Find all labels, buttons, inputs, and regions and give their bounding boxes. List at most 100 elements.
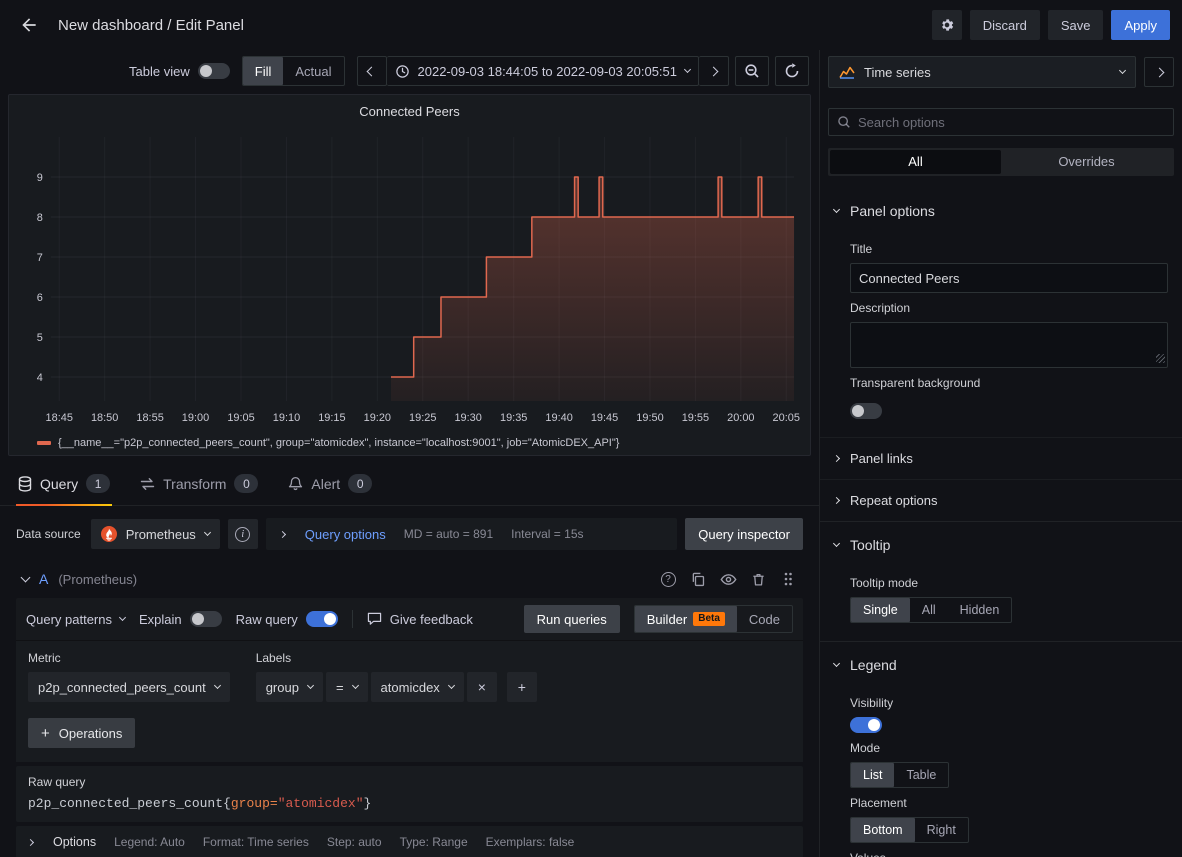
- label-operator-select[interactable]: =: [326, 672, 368, 702]
- drag-handle[interactable]: [779, 570, 797, 588]
- time-range-back-button[interactable]: [357, 56, 387, 86]
- promql-brace: }: [364, 796, 372, 811]
- code-option[interactable]: Code: [737, 606, 792, 632]
- svg-text:8: 8: [37, 212, 43, 224]
- legend-list-option[interactable]: List: [851, 763, 894, 787]
- query-patterns-label: Query patterns: [26, 612, 112, 627]
- transparent-background-toggle[interactable]: [850, 403, 882, 419]
- chevron-right-icon: [833, 455, 840, 462]
- prometheus-icon: [101, 526, 117, 542]
- panel-options-section-header[interactable]: Panel options: [820, 188, 1182, 234]
- tab-transform[interactable]: Transform 0: [138, 470, 260, 505]
- section-title: Panel options: [850, 203, 935, 219]
- legend-setting: Legend: Auto: [114, 835, 185, 849]
- query-ref-id[interactable]: A: [39, 571, 48, 587]
- placement-bottom-option[interactable]: Bottom: [851, 818, 915, 842]
- zoom-out-button[interactable]: [735, 56, 769, 86]
- table-view-label: Table view: [129, 64, 190, 79]
- repeat-options-section[interactable]: Repeat options: [820, 479, 1182, 521]
- query-options-bar[interactable]: Query options MD = auto = 891 Interval =…: [266, 518, 677, 550]
- explain-toggle[interactable]: [190, 611, 222, 627]
- toggle-query-visibility-button[interactable]: [719, 570, 737, 588]
- add-operation-button[interactable]: + Operations: [28, 718, 135, 748]
- beta-badge: Beta: [693, 612, 725, 626]
- refresh-button[interactable]: [775, 56, 809, 86]
- legend-visibility-toggle[interactable]: [850, 717, 882, 733]
- query-options-footer[interactable]: Options Legend: Auto Format: Time series…: [16, 826, 803, 857]
- svg-text:4: 4: [37, 372, 43, 384]
- options-filter-tabs: All Overrides: [828, 148, 1174, 176]
- label-key-select[interactable]: group: [256, 672, 323, 702]
- give-feedback-button[interactable]: Give feedback: [367, 612, 473, 627]
- trash-icon: [751, 572, 766, 587]
- datasource-picker[interactable]: Prometheus: [91, 519, 220, 549]
- time-range-text: 2022-09-03 18:44:05 to 2022-09-03 20:05:…: [418, 64, 678, 79]
- panel-title-input[interactable]: [850, 263, 1168, 293]
- panel-settings-button[interactable]: [932, 10, 962, 40]
- collapse-options-pane-button[interactable]: [1144, 57, 1174, 87]
- time-series-chart[interactable]: 45678918:4518:5018:5519:0019:0519:1019:1…: [17, 125, 802, 435]
- filter-tab-all[interactable]: All: [830, 150, 1001, 174]
- query-inspector-button[interactable]: Query inspector: [685, 518, 803, 550]
- resize-handle[interactable]: [1156, 354, 1165, 363]
- run-queries-button[interactable]: Run queries: [524, 605, 620, 633]
- time-range-button[interactable]: 2022-09-03 18:44:05 to 2022-09-03 20:05:…: [387, 56, 700, 86]
- promql-brace: {: [223, 796, 231, 811]
- metric-select[interactable]: p2p_connected_peers_count: [28, 672, 230, 702]
- builder-code-group: Builder Beta Code: [634, 605, 793, 633]
- legend-values-label: Values: [850, 851, 886, 857]
- svg-text:19:40: 19:40: [545, 412, 572, 424]
- label-value-select[interactable]: atomicdex: [371, 672, 464, 702]
- legend-mode-group: List Table: [850, 762, 949, 788]
- query-help-button[interactable]: ?: [659, 570, 677, 588]
- chevron-down-icon: [684, 65, 691, 72]
- query-row-A: A (Prometheus) ?: [16, 564, 803, 857]
- panel-header-title[interactable]: Connected Peers: [17, 101, 802, 125]
- table-view-toggle[interactable]: [198, 63, 230, 79]
- query-patterns-button[interactable]: Query patterns: [26, 612, 125, 627]
- panel-toolbar: Table view Fill Actual 2022-09-03 18:44:…: [0, 50, 819, 94]
- datasource-help-button[interactable]: i: [228, 519, 258, 549]
- bell-icon: [288, 476, 303, 491]
- options-search-input[interactable]: [858, 115, 1165, 130]
- chevron-down-icon: [833, 205, 840, 212]
- panel-links-section[interactable]: Panel links: [820, 437, 1182, 479]
- actual-option[interactable]: Actual: [283, 57, 343, 85]
- remove-label-filter-button[interactable]: ×: [467, 672, 497, 702]
- discard-button[interactable]: Discard: [970, 10, 1040, 40]
- filter-tab-overrides[interactable]: Overrides: [1001, 150, 1172, 174]
- back-button[interactable]: [12, 8, 46, 42]
- svg-text:19:45: 19:45: [591, 412, 618, 424]
- visualization-picker[interactable]: Time series: [828, 56, 1136, 88]
- legend-table-option[interactable]: Table: [894, 763, 948, 787]
- builder-option[interactable]: Builder Beta: [635, 606, 737, 632]
- series-legend-label[interactable]: {__name__="p2p_connected_peers_count", g…: [58, 437, 619, 449]
- query-options-link[interactable]: Query options: [305, 527, 386, 542]
- refresh-icon: [784, 63, 800, 79]
- save-button[interactable]: Save: [1048, 10, 1104, 40]
- series-color-swatch[interactable]: [37, 441, 51, 445]
- tooltip-all-option[interactable]: All: [910, 598, 948, 622]
- tooltip-single-option[interactable]: Single: [851, 598, 910, 622]
- duplicate-query-button[interactable]: [689, 570, 707, 588]
- editor-tabs: Query 1 Transform 0 Alert 0: [0, 456, 819, 506]
- time-range-forward-button[interactable]: [699, 56, 729, 86]
- apply-button[interactable]: Apply: [1111, 10, 1170, 40]
- svg-text:19:10: 19:10: [273, 412, 300, 424]
- tab-query[interactable]: Query 1: [16, 470, 112, 505]
- legend-placement-label: Placement: [850, 796, 907, 810]
- panel-description-input[interactable]: [850, 322, 1168, 368]
- add-label-filter-button[interactable]: +: [507, 672, 537, 702]
- query-collapse-chevron[interactable]: [21, 572, 31, 582]
- fill-option[interactable]: Fill: [243, 57, 284, 85]
- transform-icon: [140, 477, 155, 491]
- placement-right-option[interactable]: Right: [915, 818, 968, 842]
- legend-section-header[interactable]: Legend: [820, 641, 1182, 688]
- tooltip-hidden-option[interactable]: Hidden: [948, 598, 1012, 622]
- tooltip-section-header[interactable]: Tooltip: [820, 521, 1182, 568]
- raw-query-toggle[interactable]: [306, 611, 338, 627]
- delete-query-button[interactable]: [749, 570, 767, 588]
- tab-alert[interactable]: Alert 0: [286, 470, 374, 505]
- chart-panel: Connected Peers 45678918:4518:5018:5519:…: [8, 94, 811, 456]
- tooltip-mode-label: Tooltip mode: [850, 576, 918, 590]
